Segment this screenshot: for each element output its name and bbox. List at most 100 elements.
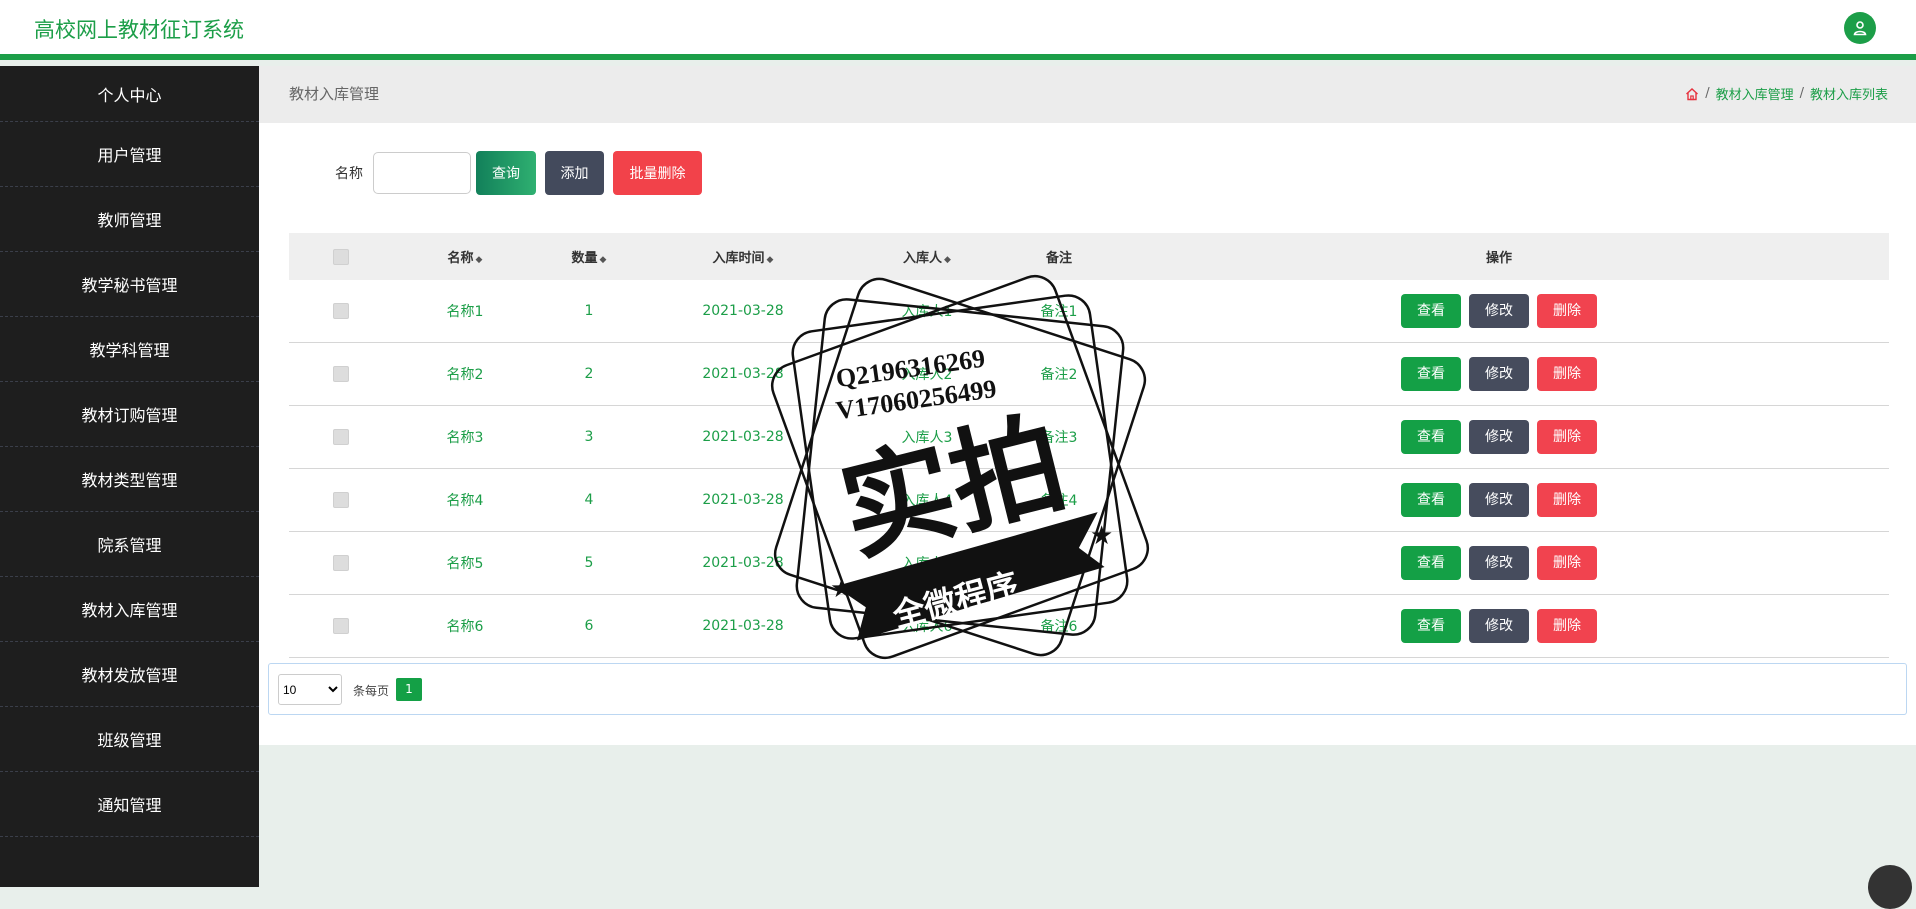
breadcrumb-stock-management[interactable]: 教材入库管理 [1716, 84, 1794, 103]
delete-button[interactable]: 删除 [1537, 357, 1597, 391]
sidebar-item-label: 院系管理 [97, 536, 162, 555]
table-row: 名称1 1 2021-03-28 入库人1 备注1 查看 修改 删除 [289, 280, 1889, 343]
cell-quantity: 4 [537, 468, 641, 532]
sidebar-item-textbook-types[interactable]: 教材类型管理 [0, 447, 259, 512]
cell-quantity: 5 [537, 531, 641, 595]
row-checkbox[interactable] [333, 555, 349, 571]
edit-button[interactable]: 修改 [1469, 609, 1529, 643]
column-label: 名称 [447, 251, 474, 266]
table-row: 名称2 2 2021-03-28 入库人2 备注2 查看 修改 删除 [289, 342, 1889, 406]
sidebar-item-label: 教师管理 [97, 211, 162, 230]
cell-note: 备注4 [1009, 468, 1109, 532]
row-select-cell [289, 280, 393, 343]
edit-button[interactable]: 修改 [1469, 420, 1529, 454]
column-header-quantity[interactable]: 数量 ◆ [537, 233, 641, 280]
main-area: 教材入库管理 / 教材入库管理 / 教材入库列表 名称 查询 添加 批量删除 名… [259, 66, 1916, 909]
column-header-time[interactable]: 入库时间 ◆ [641, 233, 845, 280]
delete-button[interactable]: 删除 [1537, 420, 1597, 454]
cell-person: 入库人6 [845, 594, 1009, 658]
row-select-cell [289, 405, 393, 469]
scroll-top-button[interactable] [1868, 865, 1912, 909]
select-all-checkbox[interactable] [333, 248, 349, 265]
delete-button[interactable]: 删除 [1537, 546, 1597, 580]
batch-delete-button[interactable]: 批量删除 [613, 151, 702, 195]
sidebar-item-stock-in[interactable]: 教材入库管理 [0, 577, 259, 642]
cell-note: 备注2 [1009, 342, 1109, 406]
sidebar-item-label: 个人中心 [97, 85, 162, 105]
cell-time: 2021-03-28 [641, 531, 845, 595]
breadcrumb-stock-list[interactable]: 教材入库列表 [1810, 84, 1888, 103]
cell-actions: 查看 修改 删除 [1109, 405, 1889, 469]
per-page-label: 条每页 [353, 684, 390, 698]
row-select-cell [289, 342, 393, 406]
delete-button[interactable]: 删除 [1537, 483, 1597, 517]
column-label: 数量 [571, 251, 598, 266]
sidebar-item-label: 教学科管理 [89, 341, 170, 360]
sort-icon[interactable]: ◆ [600, 255, 607, 265]
row-checkbox[interactable] [333, 492, 349, 508]
cell-person: 入库人4 [845, 468, 1009, 532]
sort-icon[interactable]: ◆ [476, 255, 483, 265]
view-button[interactable]: 查看 [1401, 546, 1461, 580]
sidebar-item-classes[interactable]: 班级管理 [0, 707, 259, 772]
view-button[interactable]: 查看 [1401, 420, 1461, 454]
table-row: 名称4 4 2021-03-28 入库人4 备注4 查看 修改 删除 [289, 468, 1889, 532]
view-button[interactable]: 查看 [1401, 609, 1461, 643]
delete-button[interactable]: 删除 [1537, 294, 1597, 328]
view-button[interactable]: 查看 [1401, 357, 1461, 391]
sidebar-item-secretaries[interactable]: 教学秘书管理 [0, 252, 259, 317]
edit-button[interactable]: 修改 [1469, 546, 1529, 580]
sidebar-item-distribution[interactable]: 教材发放管理 [0, 642, 259, 707]
edit-button[interactable]: 修改 [1469, 357, 1529, 391]
cell-note: 备注3 [1009, 405, 1109, 469]
sidebar: 个人中心 用户管理 教师管理 教学秘书管理 教学科管理 教材订购管理 教材类型管… [0, 66, 259, 887]
cell-person: 入库人1 [845, 280, 1009, 343]
sidebar-item-textbook-orders[interactable]: 教材订购管理 [0, 382, 259, 447]
user-icon [1853, 21, 1867, 36]
sidebar-item-teachers[interactable]: 教师管理 [0, 187, 259, 252]
user-avatar[interactable] [1844, 12, 1876, 44]
cell-note: 备注1 [1009, 280, 1109, 343]
cell-quantity: 6 [537, 594, 641, 658]
sort-icon[interactable]: ◆ [767, 255, 774, 265]
column-header-person[interactable]: 入库人 ◆ [845, 233, 1009, 280]
cell-note: 备注5 [1009, 531, 1109, 595]
row-checkbox[interactable] [333, 429, 349, 445]
sidebar-item-users[interactable]: 用户管理 [0, 122, 259, 187]
search-bar: 名称 查询 添加 批量删除 [335, 151, 711, 195]
column-header-name[interactable]: 名称 ◆ [393, 233, 537, 280]
add-button[interactable]: 添加 [545, 151, 604, 195]
sidebar-item-teaching-section[interactable]: 教学科管理 [0, 317, 259, 382]
app-title: 高校网上教材征订系统 [34, 18, 244, 42]
cell-person: 入库人3 [845, 405, 1009, 469]
column-label: 入库人 [903, 251, 943, 266]
sidebar-item-notices[interactable]: 通知管理 [0, 772, 259, 837]
cell-quantity: 1 [537, 280, 641, 343]
edit-button[interactable]: 修改 [1469, 483, 1529, 517]
row-checkbox[interactable] [333, 618, 349, 634]
page-number-button[interactable]: 1 [396, 678, 422, 701]
cell-actions: 查看 修改 删除 [1109, 531, 1889, 595]
query-button[interactable]: 查询 [476, 151, 536, 195]
sidebar-item-label: 班级管理 [97, 731, 162, 750]
pagination-bar: 10 条每页 1 [268, 663, 1907, 715]
sidebar-item-departments[interactable]: 院系管理 [0, 512, 259, 577]
breadcrumb: / 教材入库管理 / 教材入库列表 [1685, 84, 1888, 103]
row-checkbox[interactable] [333, 303, 349, 319]
cell-name: 名称4 [393, 468, 537, 532]
sidebar-item-label: 用户管理 [97, 146, 162, 165]
sidebar-item-personal-center[interactable]: 个人中心 [0, 66, 259, 122]
view-button[interactable]: 查看 [1401, 483, 1461, 517]
row-checkbox[interactable] [333, 366, 349, 382]
delete-button[interactable]: 删除 [1537, 609, 1597, 643]
home-icon[interactable] [1685, 87, 1699, 101]
cell-actions: 查看 修改 删除 [1109, 468, 1889, 532]
name-search-input[interactable] [373, 152, 471, 194]
view-button[interactable]: 查看 [1401, 294, 1461, 328]
edit-button[interactable]: 修改 [1469, 294, 1529, 328]
sort-icon[interactable]: ◆ [944, 255, 951, 265]
page-size-select[interactable]: 10 [278, 674, 342, 705]
sidebar-item-label: 教材发放管理 [81, 666, 178, 685]
breadcrumb-separator: / [1799, 86, 1804, 101]
sidebar-item-label: 教材类型管理 [81, 471, 178, 490]
